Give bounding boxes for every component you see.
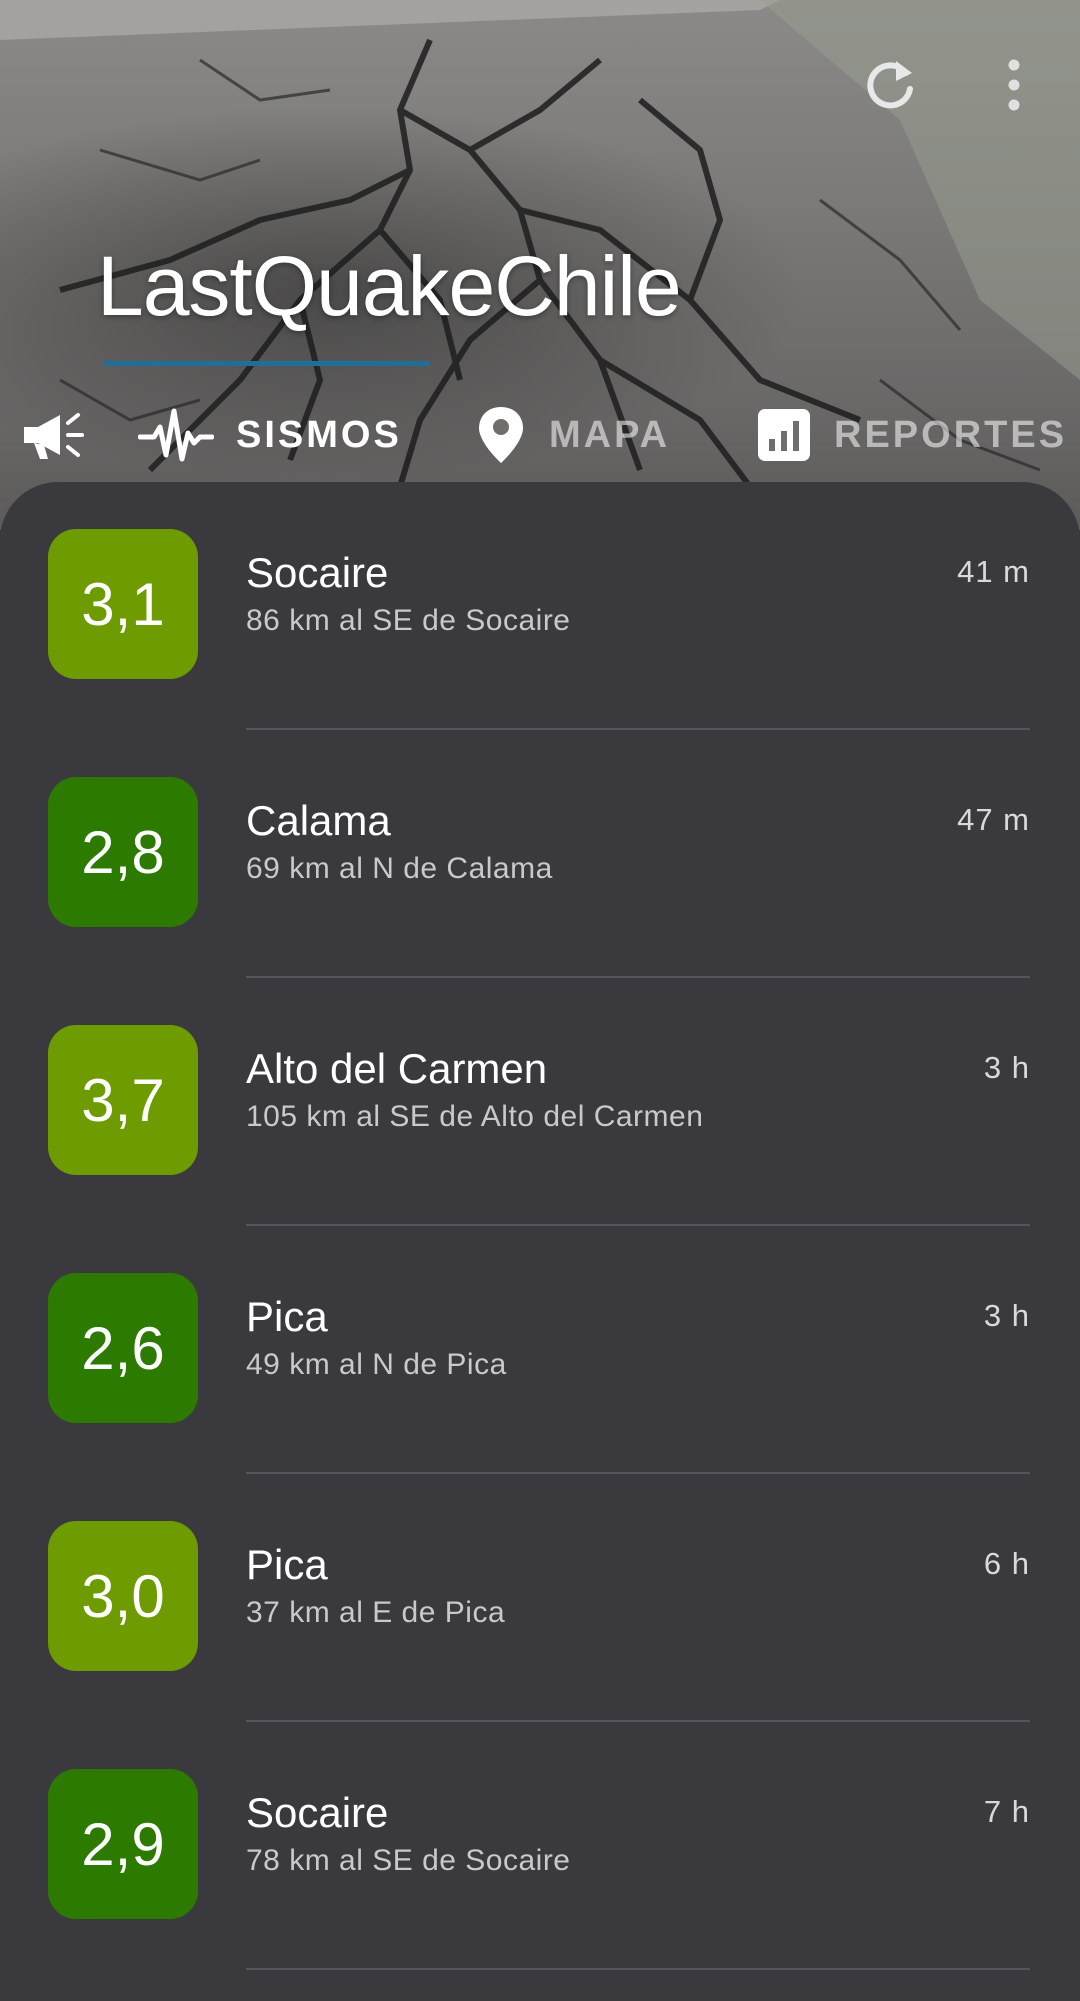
tab-reportes-label: REPORTES <box>834 413 1068 456</box>
tab-mapa-label: MAPA <box>549 413 671 456</box>
quake-place: Socaire <box>246 549 389 596</box>
quake-place: Pica <box>246 1293 328 1340</box>
quake-distance: 49 km al N de Pica <box>246 1348 507 1381</box>
quake-row[interactable]: 2,9 Socaire 78 km al SE de Socaire 7 h <box>0 1722 1080 1970</box>
quake-time: 6 h <box>983 1546 1030 1581</box>
tab-mapa[interactable]: MAPA <box>475 400 670 470</box>
quake-place: Pica <box>246 1541 328 1588</box>
tab-bar: SISMOS MAPA REPORTES <box>0 400 1080 470</box>
magnitude-badge: 2,9 <box>48 1769 198 1919</box>
magnitude-badge: 3,7 <box>48 1025 198 1175</box>
refresh-button[interactable] <box>862 55 918 120</box>
tab-sismos-label: SISMOS <box>236 413 402 456</box>
quake-row[interactable]: 3,7 Alto del Carmen 105 km al SE de Alto… <box>0 978 1080 1226</box>
quake-row[interactable]: 3,0 Pica 37 km al E de Pica 6 h <box>0 1474 1080 1722</box>
quake-row[interactable]: 2,8 Calama 69 km al N de Calama 47 m <box>0 730 1080 978</box>
quake-place: Alto del Carmen <box>246 1045 548 1092</box>
app-title: LastQuakeChile <box>97 239 682 333</box>
map-pin-icon <box>479 407 523 463</box>
active-tab-indicator <box>103 361 430 366</box>
more-options-button[interactable] <box>1000 55 1028 120</box>
quake-row[interactable]: 3,1 Socaire 86 km al SE de Socaire 41 m <box>0 482 1080 730</box>
magnitude-badge: 2,6 <box>48 1273 198 1423</box>
quake-distance: 78 km al SE de Socaire <box>246 1844 571 1877</box>
magnitude-badge: 3,0 <box>48 1521 198 1671</box>
quake-time: 3 h <box>983 1298 1030 1333</box>
quake-distance: 37 km al E de Pica <box>246 1596 506 1629</box>
quake-list: 3,1 Socaire 86 km al SE de Socaire 41 m … <box>0 482 1080 2001</box>
quake-place: Calama <box>246 797 391 844</box>
header-banner: LastQuakeChile SISMOS MAPA REPORTES <box>0 0 1080 530</box>
quake-time: 3 h <box>983 1050 1030 1085</box>
quake-distance: 105 km al SE de Alto del Carmen <box>246 1100 704 1133</box>
tab-sismos[interactable]: SISMOS <box>138 400 402 470</box>
more-vert-icon <box>1008 59 1020 111</box>
megaphone-icon <box>24 413 84 459</box>
tab-alerts[interactable] <box>20 400 86 470</box>
refresh-icon <box>867 61 913 109</box>
quake-place: Socaire <box>246 1789 389 1836</box>
quake-row[interactable]: 2,6 Pica 49 km al N de Pica 3 h <box>0 1226 1080 1474</box>
quake-time: 41 m <box>957 554 1030 589</box>
quake-distance: 69 km al N de Calama <box>246 852 553 885</box>
quake-distance: 86 km al SE de Socaire <box>246 604 571 637</box>
quake-time: 47 m <box>957 802 1030 837</box>
quake-time: 7 h <box>983 1794 1030 1829</box>
magnitude-badge: 3,1 <box>48 529 198 679</box>
tab-reportes[interactable]: REPORTES <box>756 400 1067 470</box>
magnitude-badge: 2,8 <box>48 777 198 927</box>
seismograph-icon <box>138 408 214 462</box>
row-divider <box>246 1968 1030 1970</box>
bar-chart-icon <box>758 409 810 461</box>
